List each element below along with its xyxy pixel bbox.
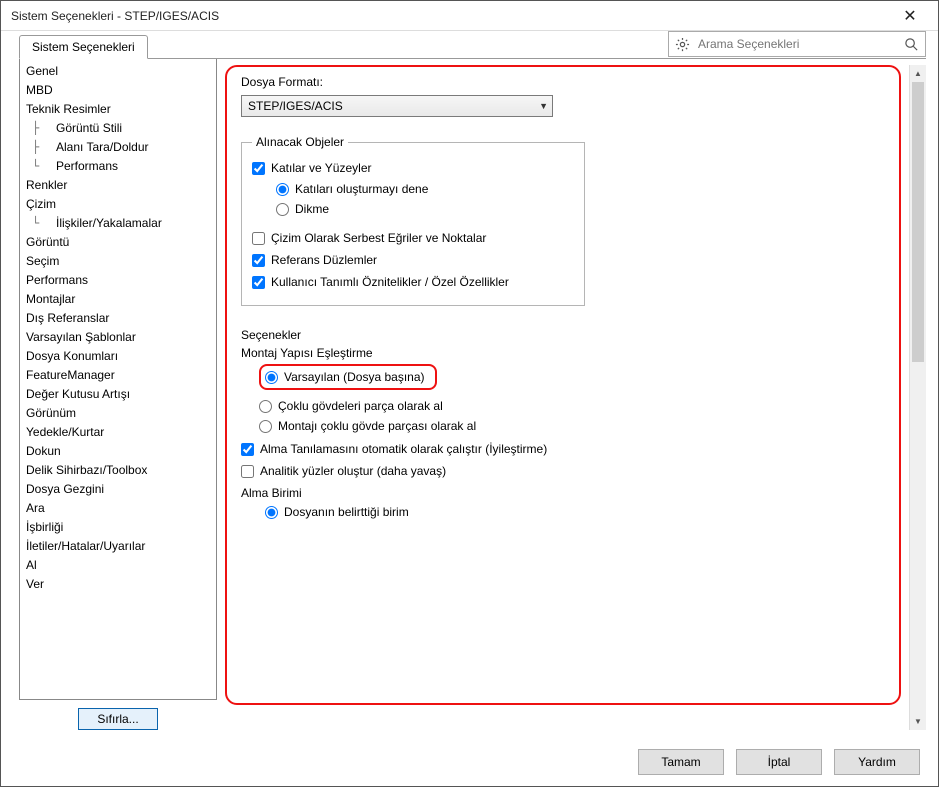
sidebar-item[interactable]: Seçim (20, 252, 216, 271)
sidebar-item[interactable]: Dokun (20, 442, 216, 461)
import-objects-group: Alınacak Objeler Katılar ve Yüzeyler Kat… (241, 135, 585, 306)
highlighted-region: Dosya Formatı: STEP/IGES/ACIS ▼ Alınacak… (225, 65, 901, 705)
cancel-button[interactable]: İptal (736, 749, 822, 775)
sidebar-item[interactable]: ├ Alanı Tara/Doldur (20, 138, 216, 157)
sidebar-item[interactable]: Genel (20, 62, 216, 81)
rad-default-per-file[interactable]: Varsayılan (Dosya başına) (259, 364, 437, 390)
sidebar-item[interactable]: Renkler (20, 176, 216, 195)
scroll-down-icon[interactable]: ▼ (910, 713, 926, 730)
rad-file-specified-unit[interactable]: Dosyanın belirttiği birim (241, 502, 885, 522)
assembly-mapping-label: Montaj Yapısı Eşleştirme (241, 346, 885, 360)
chk-reference-planes[interactable]: Referans Düzlemler (252, 249, 574, 271)
tab-divider (19, 58, 926, 59)
sidebar-item[interactable]: Ver (20, 575, 216, 594)
sidebar-item[interactable]: Montajlar (20, 290, 216, 309)
tab-system-options[interactable]: Sistem Seçenekleri (19, 35, 148, 59)
search-box[interactable] (668, 31, 926, 57)
sidebar-item[interactable]: Teknik Resimler (20, 100, 216, 119)
titlebar: Sistem Seçenekleri - STEP/IGES/ACIS ✕ (1, 1, 938, 31)
nav-tree[interactable]: Genel MBD Teknik Resimler ├ Görüntü Stil… (19, 59, 217, 700)
sidebar-item[interactable]: └ Performans (20, 157, 216, 176)
footer: Tamam İptal Yardım (1, 738, 938, 786)
search-icon (904, 37, 919, 52)
file-format-value: STEP/IGES/ACIS (248, 99, 343, 113)
rad-multibody-as-part[interactable]: Çoklu gövdeleri parça olarak al (259, 396, 885, 416)
search-input[interactable] (696, 36, 898, 52)
chk-solids-surfaces[interactable]: Katılar ve Yüzeyler (252, 157, 574, 179)
sidebar-item[interactable]: İletiler/Hatalar/Uyarılar (20, 537, 216, 556)
sidebar-item[interactable]: Görüntü (20, 233, 216, 252)
sidebar-item[interactable]: Performans (20, 271, 216, 290)
import-unit-label: Alma Birimi (241, 486, 885, 500)
sidebar-item[interactable]: Dış Referanslar (20, 309, 216, 328)
gear-icon (675, 37, 690, 52)
scrollbar[interactable]: ▲ ▼ (909, 65, 926, 730)
sidebar-item[interactable]: FeatureManager (20, 366, 216, 385)
sidebar-item[interactable]: └ İlişkiler/Yakalamalar (20, 214, 216, 233)
sidebar-item[interactable]: ├ Görüntü Stili (20, 119, 216, 138)
chk-user-attributes[interactable]: Kullanıcı Tanımlı Öznitelikler / Özel Öz… (252, 271, 574, 293)
rad-assembly-as-multibody[interactable]: Montajı çoklu gövde parçası olarak al (259, 416, 885, 436)
group-legend: Alınacak Objeler (252, 135, 348, 149)
sidebar-item[interactable]: Yedekle/Kurtar (20, 423, 216, 442)
file-format-select[interactable]: STEP/IGES/ACIS ▼ (241, 95, 553, 117)
sidebar-item[interactable]: Ara (20, 499, 216, 518)
sidebar-item[interactable]: Değer Kutusu Artışı (20, 385, 216, 404)
rad-dikme[interactable]: Dikme (252, 199, 574, 219)
chk-free-curves[interactable]: Çizim Olarak Serbest Eğriler ve Noktalar (252, 227, 574, 249)
ok-button[interactable]: Tamam (638, 749, 724, 775)
rad-try-form-solids[interactable]: Katıları oluşturmayı dene (252, 179, 574, 199)
sidebar-item[interactable]: Çizim (20, 195, 216, 214)
sidebar-item[interactable]: Al (20, 556, 216, 575)
sidebar-item[interactable]: İşbirliği (20, 518, 216, 537)
sidebar-item[interactable]: MBD (20, 81, 216, 100)
tabstrip: Sistem Seçenekleri (19, 35, 148, 59)
scroll-thumb[interactable] (912, 82, 924, 362)
sidebar-item[interactable]: Görünüm (20, 404, 216, 423)
window-title: Sistem Seçenekleri - STEP/IGES/ACIS (11, 9, 890, 23)
file-format-label: Dosya Formatı: (241, 75, 885, 89)
sidebar-item[interactable]: Delik Sihirbazı/Toolbox (20, 461, 216, 480)
scroll-up-icon[interactable]: ▲ (910, 65, 926, 82)
chk-analytic-surfaces[interactable]: Analitik yüzler oluştur (daha yavaş) (241, 460, 885, 482)
sidebar-item[interactable]: Varsayılan Şablonlar (20, 328, 216, 347)
sidebar-item[interactable]: Dosya Konumları (20, 347, 216, 366)
chk-auto-import-diagnostics[interactable]: Alma Tanılamasını otomatik olarak çalışt… (241, 438, 885, 460)
chevron-down-icon: ▼ (539, 101, 548, 111)
sidebar-item[interactable]: Dosya Gezgini (20, 480, 216, 499)
top-row: Sistem Seçenekleri (1, 31, 938, 59)
options-section-label: Seçenekler (241, 328, 885, 342)
reset-button[interactable]: Sıfırla... (78, 708, 157, 730)
close-button[interactable]: ✕ (890, 1, 930, 31)
help-button[interactable]: Yardım (834, 749, 920, 775)
